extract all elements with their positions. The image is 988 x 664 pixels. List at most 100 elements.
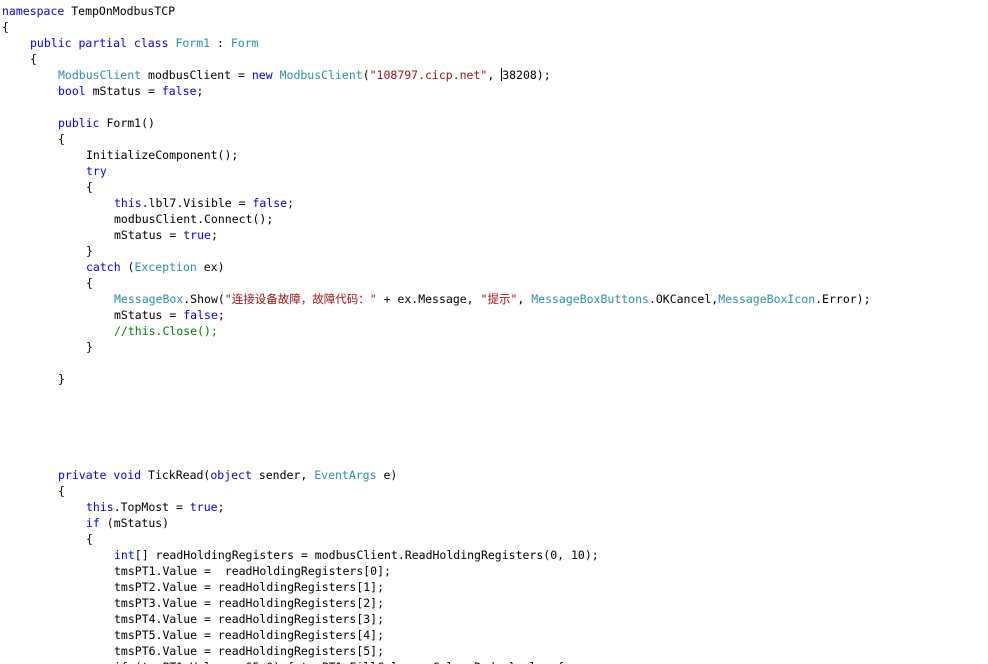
type-name: MessageBoxIcon: [718, 292, 816, 306]
comment: //this.Close();: [114, 324, 218, 338]
keyword: this: [86, 500, 114, 514]
keyword: int: [114, 548, 135, 562]
code-text: .Error);: [815, 292, 871, 306]
code-line[interactable]: modbusClient.Connect();: [114, 211, 273, 227]
keyword: false: [252, 196, 288, 210]
code-text: {: [2, 20, 9, 34]
keyword: partial: [78, 36, 127, 50]
code-text: InitializeComponent();: [86, 148, 239, 162]
code-line[interactable]: //this.Close();: [114, 323, 218, 339]
code-line[interactable]: tmsPT6.Value = readHoldingRegisters[5];: [114, 643, 384, 659]
code-line[interactable]: {: [86, 275, 93, 291]
code-line[interactable]: this.TopMost = true;: [86, 499, 225, 515]
type-name: Exception: [134, 260, 197, 274]
code-line[interactable]: MessageBox.Show("连接设备故障，故障代码：" + ex.Mess…: [114, 291, 871, 307]
code-text: modbusClient.Connect();: [114, 212, 274, 226]
code-text: {: [86, 180, 93, 194]
code-text: mStatus =: [85, 84, 162, 98]
code-line[interactable]: tmsPT5.Value = readHoldingRegisters[4];: [114, 627, 384, 643]
code-line[interactable]: tmsPT4.Value = readHoldingRegisters[3];: [114, 611, 384, 627]
code-line[interactable]: public partial class Form1 : Form: [30, 35, 259, 51]
code-line[interactable]: namespace TempOnModbusTCP: [2, 3, 175, 19]
code-text: + ex.Message,: [376, 292, 481, 306]
code-line[interactable]: ModbusClient modbusClient = new ModbusCl…: [58, 67, 551, 83]
type-name: ModbusClient: [58, 68, 142, 82]
code-text: .OKCancel,: [648, 292, 719, 306]
code-text: }: [86, 340, 93, 354]
code-text: (mStatus): [99, 516, 170, 530]
string-literal: "连接设备故障，故障代码：": [224, 292, 377, 306]
code-text: ;: [287, 196, 295, 210]
code-line[interactable]: catch (Exception ex): [86, 259, 225, 275]
code-line[interactable]: if (tmsPT1.Value > 65.0) { tmsPT1.FillCo…: [114, 659, 564, 664]
code-text: tmsPT1.Value = readHoldingRegisters[0];: [114, 564, 391, 578]
code-line[interactable]: {: [86, 531, 93, 547]
code-line[interactable]: {: [58, 483, 65, 499]
code-text: .TopMost =: [113, 500, 190, 514]
keyword: public: [58, 116, 100, 130]
code-line[interactable]: if (mStatus): [86, 515, 169, 531]
keyword: catch: [86, 260, 121, 274]
code-text: {: [58, 484, 65, 498]
code-text: (: [120, 260, 135, 274]
code-line[interactable]: private void TickRead(object sender, Eve…: [58, 467, 397, 483]
code-text: TempOnModbusTCP: [64, 4, 176, 18]
code-text: 38208);: [502, 68, 551, 82]
code-text: :: [210, 36, 231, 50]
type-name: MessageBoxButtons: [531, 292, 649, 306]
keyword: bool: [58, 84, 86, 98]
code-line[interactable]: int[] readHoldingRegisters = modbusClien…: [114, 547, 599, 563]
code-line[interactable]: public Form1(): [58, 115, 155, 131]
code-line[interactable]: {: [2, 19, 9, 35]
keyword: object: [210, 468, 252, 482]
type-name: Form1: [175, 36, 211, 50]
code-line[interactable]: tmsPT1.Value = readHoldingRegisters[0];: [114, 563, 391, 579]
code-line[interactable]: tmsPT3.Value = readHoldingRegisters[2];: [114, 595, 384, 611]
code-line[interactable]: }: [86, 339, 93, 355]
code-text: }: [86, 244, 93, 258]
code-text: {: [58, 132, 65, 146]
code-text: ;: [196, 84, 204, 98]
code-text: ;: [217, 500, 225, 514]
code-text: ;: [210, 228, 218, 242]
string-literal: "108797.cicp.net": [369, 68, 488, 82]
type-name: MessageBox: [114, 292, 184, 306]
code-text: tmsPT2.Value = readHoldingRegisters[1];: [114, 580, 385, 594]
code-line[interactable]: tmsPT2.Value = readHoldingRegisters[1];: [114, 579, 384, 595]
code-text: {: [86, 532, 93, 546]
code-line[interactable]: this.lbl7.Visible = false;: [114, 195, 294, 211]
code-line[interactable]: {: [86, 179, 93, 195]
code-line[interactable]: mStatus = true;: [114, 227, 218, 243]
code-line[interactable]: {: [58, 131, 65, 147]
keyword: class: [133, 36, 169, 50]
code-text: ex): [196, 260, 225, 274]
code-text: .Show(: [183, 292, 225, 306]
string-literal: "提示": [480, 292, 518, 306]
keyword: if: [86, 516, 100, 530]
code-text: modbusClient =: [141, 68, 252, 82]
code-line[interactable]: try: [86, 163, 107, 179]
type-name: EventArgs: [314, 468, 377, 482]
keyword: new: [251, 68, 273, 82]
code-line[interactable]: }: [86, 243, 93, 259]
code-text: }: [58, 372, 65, 386]
code-text: ;: [217, 308, 225, 322]
code-line[interactable]: {: [30, 51, 37, 67]
code-editor[interactable]: namespace TempOnModbusTCP{public partial…: [0, 0, 988, 664]
code-text: [] readHoldingRegisters = modbusClient.R…: [134, 548, 599, 562]
code-line[interactable]: bool mStatus = false;: [58, 83, 203, 99]
code-line[interactable]: InitializeComponent();: [86, 147, 238, 163]
code-line[interactable]: mStatus = false;: [114, 307, 225, 323]
keyword: false: [183, 308, 218, 322]
keyword: false: [161, 84, 197, 98]
code-text: sender,: [251, 468, 315, 482]
type-name: Form: [230, 36, 259, 50]
code-text: {: [30, 52, 37, 66]
code-text: tmsPT6.Value = readHoldingRegisters[5];: [114, 644, 385, 658]
code-line[interactable]: }: [58, 371, 65, 387]
code-text: tmsPT4.Value = readHoldingRegisters[3];: [114, 612, 385, 626]
keyword: this: [114, 196, 142, 210]
code-text: Form1(): [99, 116, 155, 130]
code-text: (: [362, 68, 370, 82]
